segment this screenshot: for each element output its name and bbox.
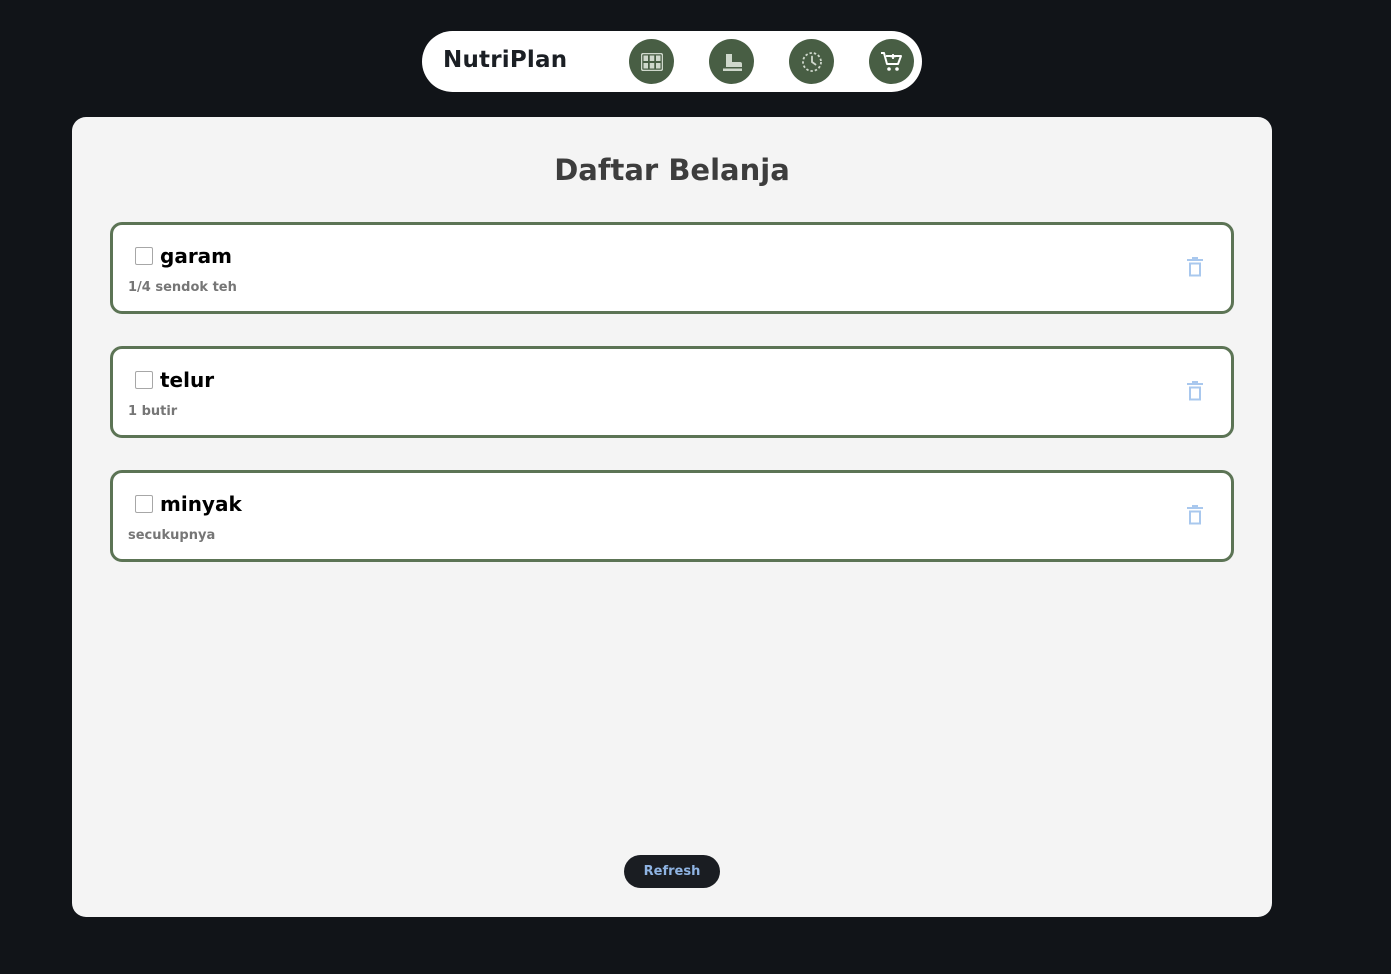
item-quantity: 1 butir [128, 404, 178, 419]
nav-meal-plan-button[interactable] [629, 39, 674, 84]
item-name: garam [160, 244, 233, 268]
nav-shopping-list-button[interactable] [869, 39, 914, 84]
list-item: telur 1 butir [110, 346, 1234, 438]
trash-icon [1187, 381, 1203, 405]
nav-recipes-button[interactable] [709, 39, 754, 84]
shopping-list-panel: Daftar Belanja garam 1/4 sendok teh telu… [72, 117, 1272, 917]
item-checkbox[interactable] [135, 495, 153, 513]
delete-button[interactable] [1185, 505, 1205, 529]
item-name: minyak [160, 492, 242, 516]
history-icon [801, 51, 823, 73]
top-navbar: NutriPlan [422, 31, 922, 92]
item-quantity: 1/4 sendok teh [128, 280, 237, 295]
item-quantity: secukupnya [128, 528, 216, 543]
refresh-button[interactable]: Refresh [624, 855, 720, 888]
grid-icon [640, 52, 663, 71]
cart-icon [880, 51, 904, 73]
list-item: garam 1/4 sendok teh [110, 222, 1234, 314]
nav-history-button[interactable] [789, 39, 834, 84]
brand-name: NutriPlan [443, 47, 568, 73]
item-checkbox[interactable] [135, 371, 153, 389]
trash-icon [1187, 505, 1203, 529]
list-item: minyak secukupnya [110, 470, 1234, 562]
item-name: telur [160, 368, 215, 392]
item-checkbox[interactable] [135, 247, 153, 265]
dining-icon [721, 51, 743, 73]
delete-button[interactable] [1185, 381, 1205, 405]
delete-button[interactable] [1185, 257, 1205, 281]
trash-icon [1187, 257, 1203, 281]
page-title: Daftar Belanja [554, 153, 790, 187]
